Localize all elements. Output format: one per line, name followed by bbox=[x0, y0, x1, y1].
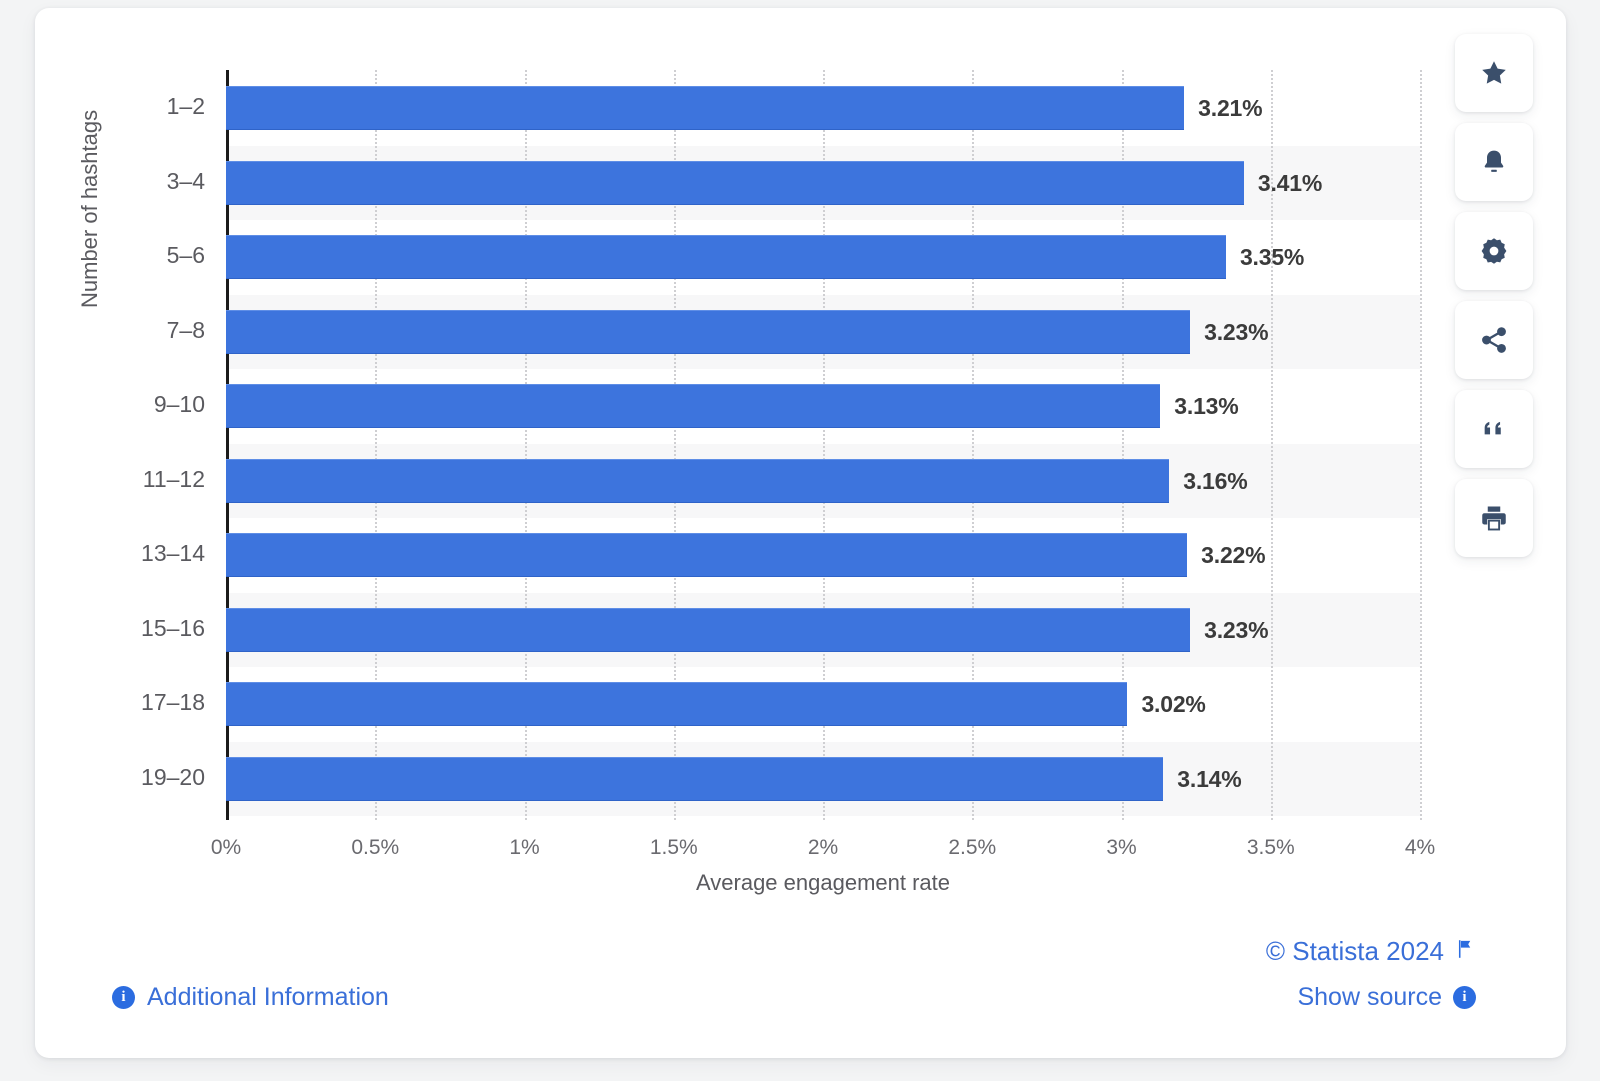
y-axis-tick-label: 9–10 bbox=[153, 391, 205, 417]
info-icon: i bbox=[1453, 986, 1476, 1009]
bar-value-label: 3.16% bbox=[1183, 467, 1248, 494]
bar[interactable] bbox=[226, 682, 1128, 726]
bar-value-label: 3.23% bbox=[1204, 616, 1269, 643]
bar[interactable] bbox=[226, 384, 1161, 428]
settings-button[interactable] bbox=[1455, 212, 1533, 290]
bar[interactable] bbox=[226, 309, 1191, 354]
x-axis-title: Average engagement rate bbox=[696, 870, 950, 895]
x-axis-tick-label: 0.5% bbox=[351, 836, 400, 859]
print-icon bbox=[1479, 503, 1509, 533]
plot-area: 3.21% 3.41% 3.35% 3.23% 3.13% 3.16% 3.22% 3.23%… bbox=[226, 70, 1422, 820]
bar[interactable] bbox=[226, 235, 1226, 279]
print-button[interactable] bbox=[1455, 479, 1533, 557]
share-icon bbox=[1479, 325, 1509, 355]
y-axis-tick-label: 19–20 bbox=[141, 763, 205, 790]
copyright: © Statista 2024 bbox=[1266, 936, 1476, 967]
y-axis-title: Number of hashtags bbox=[77, 109, 102, 308]
gear-icon bbox=[1479, 236, 1509, 266]
bar-value-label: 3.41% bbox=[1257, 169, 1323, 196]
bar-value-label: 3.02% bbox=[1141, 691, 1206, 717]
gridline bbox=[1420, 70, 1422, 820]
favorite-button[interactable] bbox=[1455, 34, 1533, 112]
statista-chart-page: 3.21% 3.41% 3.35% 3.23% 3.13% 3.16% 3.22% 3.23%… bbox=[0, 0, 1600, 1081]
y-axis-tick-label: 1–2 bbox=[166, 93, 205, 119]
star-icon bbox=[1479, 58, 1509, 88]
chart-canvas: 3.21% 3.41% 3.35% 3.23% 3.13% 3.16% 3.22% 3.23%… bbox=[35, 8, 1566, 1058]
chart-card: 3.21% 3.41% 3.35% 3.23% 3.13% 3.16% 3.22% 3.23%… bbox=[35, 8, 1566, 1058]
x-axis-tick-labels: 0% 0.5% 1% 1.5% 2% 2.5% 3% 3.5% 4% bbox=[211, 70, 1435, 859]
additional-information-label: Additional Information bbox=[147, 983, 389, 1011]
y-axis-tick-label: 17–18 bbox=[141, 689, 205, 715]
bar-value-label: 3.23% bbox=[1204, 318, 1269, 345]
y-axis-tick-label: 3–4 bbox=[166, 167, 205, 194]
chart-toolbar bbox=[1455, 34, 1533, 557]
bar-value-label: 3.22% bbox=[1201, 542, 1266, 568]
flag-icon[interactable] bbox=[1454, 936, 1476, 967]
bar[interactable] bbox=[226, 756, 1164, 801]
y-axis-tick-label: 7–8 bbox=[166, 316, 205, 343]
x-axis-tick-label: 3.5% bbox=[1246, 836, 1295, 859]
info-icon: i bbox=[112, 986, 135, 1009]
y-axis-tick-labels: 1–2 3–4 5–6 7–8 9–10 11–12 13–14 15–16 17–18 19–2… bbox=[25, 70, 205, 820]
quote-icon bbox=[1480, 415, 1508, 443]
alert-button[interactable] bbox=[1455, 123, 1533, 201]
additional-information-link[interactable]: i Additional Information bbox=[112, 983, 389, 1012]
bell-icon bbox=[1480, 147, 1508, 177]
x-axis-tick-label: 2.5% bbox=[948, 836, 997, 859]
bar[interactable] bbox=[226, 607, 1191, 652]
show-source-label: Show source bbox=[1297, 983, 1442, 1011]
x-axis-tick-label: 0% bbox=[210, 836, 242, 859]
share-button[interactable] bbox=[1455, 301, 1533, 379]
y-axis-tick-label: 5–6 bbox=[166, 242, 205, 268]
bar-value-label: 3.14% bbox=[1177, 765, 1242, 792]
bar[interactable] bbox=[226, 160, 1244, 205]
copyright-text: © Statista 2024 bbox=[1265, 936, 1444, 966]
x-axis-tick-label: 2% bbox=[807, 836, 839, 859]
y-axis-tick-label: 13–14 bbox=[141, 540, 205, 566]
show-source-link[interactable]: Show source i bbox=[1297, 983, 1476, 1012]
x-axis-tick-label: 1% bbox=[509, 836, 540, 859]
x-axis-tick-label: 4% bbox=[1404, 836, 1436, 859]
y-axis-tick-label: 11–12 bbox=[142, 465, 205, 492]
cite-button[interactable] bbox=[1455, 390, 1533, 468]
bar[interactable] bbox=[226, 458, 1170, 503]
x-axis-tick-label: 3% bbox=[1106, 836, 1137, 859]
x-axis-tick-label: 1.5% bbox=[649, 836, 698, 859]
bar-value-label: 3.35% bbox=[1239, 244, 1305, 270]
y-axis-tick-label: 15–16 bbox=[141, 614, 205, 641]
bar-value-label: 3.13% bbox=[1174, 393, 1239, 419]
bar[interactable] bbox=[226, 533, 1188, 577]
